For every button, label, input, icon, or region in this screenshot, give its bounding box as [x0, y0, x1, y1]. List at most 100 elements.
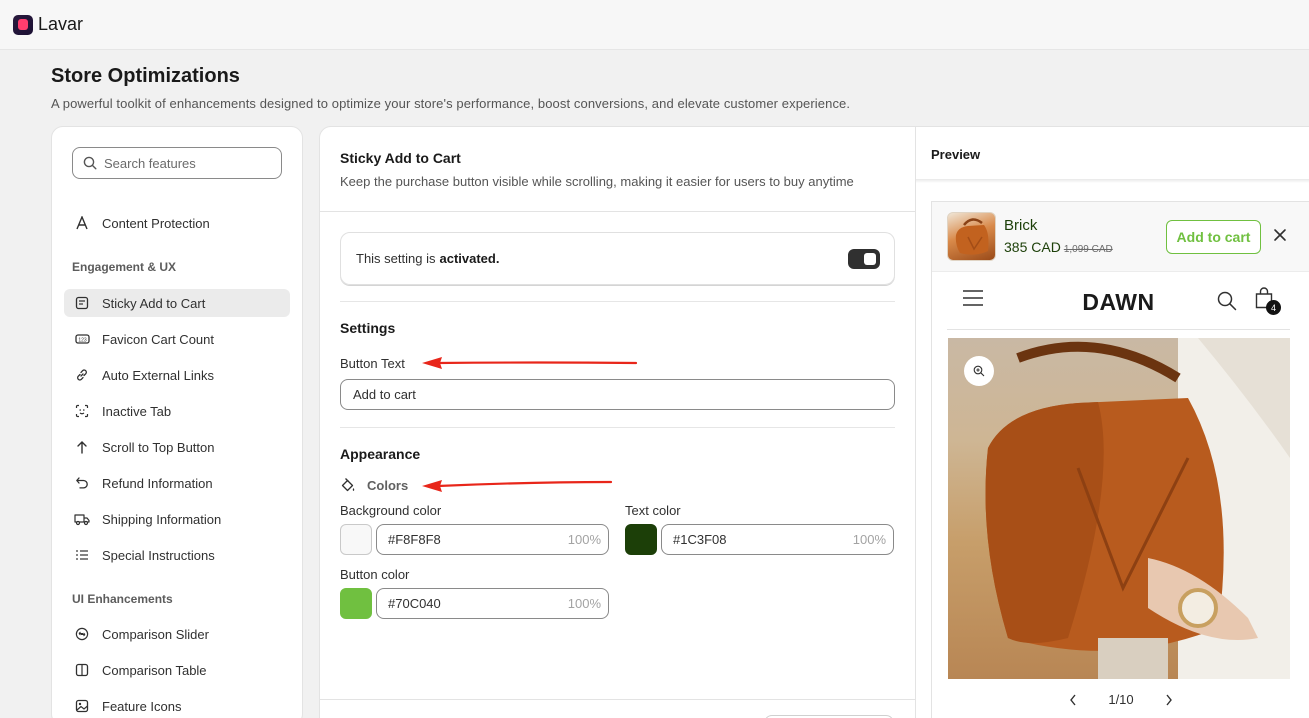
settings-heading: Settings [340, 320, 396, 336]
text-color-label: Text color [625, 503, 681, 518]
letter-a-icon [74, 215, 90, 231]
button-color-opacity: 100% [567, 596, 601, 611]
sidebar-item-label: Content Protection [102, 215, 210, 231]
colors-label: Colors [367, 477, 409, 493]
list-icon [74, 547, 90, 563]
zoom-button[interactable] [964, 356, 994, 386]
face-scan-icon [74, 403, 90, 419]
search-features-field[interactable] [72, 147, 282, 179]
paint-bucket-icon [340, 477, 356, 493]
status-prefix: This setting is [356, 251, 436, 266]
sidebar-item-label: Feature Icons [102, 698, 182, 714]
store-header: DAWN 4 [947, 274, 1290, 330]
undo-icon [74, 475, 90, 491]
sidebar-item-label: Shipping Information [102, 511, 222, 527]
slider-icon [74, 626, 90, 642]
sidebar-item-label: Auto External Links [102, 367, 215, 383]
sidebar-item-scroll-to-top[interactable]: Scroll to Top Button [64, 433, 290, 461]
svg-text:123: 123 [78, 337, 87, 343]
app-name: Lavar [38, 14, 84, 34]
bg-color-swatch[interactable] [340, 524, 372, 555]
sidebar-item-label: Inactive Tab [102, 403, 172, 419]
text-color-opacity: 100% [852, 532, 886, 547]
page-title: Store Optimizations [51, 65, 240, 87]
sidebar-item-shipping-information[interactable]: Shipping Information [64, 505, 290, 533]
sidebar-item-comparison-slider[interactable]: Comparison Slider [64, 620, 290, 648]
page-subtitle: A powerful toolkit of enhancements desig… [51, 96, 851, 111]
pager-count: 1/10 [1108, 692, 1134, 707]
link-icon [74, 367, 90, 383]
features-sidebar: Content Protection Engagement & UX Stick… [51, 126, 303, 718]
chevron-left-icon[interactable] [1066, 693, 1080, 707]
product-thumbnail [947, 212, 996, 261]
counter-icon: 123 [74, 331, 90, 347]
table-icon [74, 662, 90, 678]
sidebar-item-label: Special Instructions [102, 547, 215, 563]
button-text-value: Add to cart [353, 387, 416, 402]
bg-color-value: #F8F8F8 [388, 532, 441, 547]
image-icon [74, 698, 90, 714]
sticky-note-icon [74, 295, 90, 311]
text-color-value: #1C3F08 [673, 532, 727, 547]
annotation-arrow-icon [422, 480, 613, 492]
button-text-label: Button Text [340, 356, 405, 371]
sidebar-item-comparison-table[interactable]: Comparison Table [64, 656, 290, 684]
text-color-input[interactable]: #1C3F08 100% [661, 524, 894, 555]
preview-add-to-cart-button[interactable]: Add to cart [1166, 220, 1261, 254]
bg-color-label: Background color [340, 503, 442, 518]
search-icon[interactable] [1217, 291, 1237, 311]
bg-color-opacity: 100% [567, 532, 601, 547]
sidebar-item-label: Refund Information [102, 475, 213, 491]
search-icon [83, 156, 97, 170]
feature-title: Sticky Add to Cart [340, 150, 461, 166]
cart-count-badge: 4 [1266, 300, 1281, 315]
feature-panel: Sticky Add to Cart Keep the purchase but… [319, 126, 1309, 718]
button-color-input[interactable]: #70C040 100% [376, 588, 609, 619]
zoom-in-icon [973, 365, 985, 377]
settings-column: Sticky Add to Cart Keep the purchase but… [320, 127, 916, 718]
button-color-swatch[interactable] [340, 588, 372, 619]
activation-card: This setting is activated. [340, 232, 895, 285]
button-text-input[interactable]: Add to cart [340, 379, 895, 410]
button-color-label: Button color [340, 567, 410, 582]
sidebar-item-inactive-tab[interactable]: Inactive Tab [64, 397, 290, 425]
preview-product-name: Brick [1004, 217, 1038, 234]
activation-toggle[interactable] [848, 249, 880, 269]
footer-divider [320, 699, 916, 700]
arrow-up-icon [74, 439, 90, 455]
sidebar-item-label: Sticky Add to Cart [102, 295, 206, 311]
sticky-cart-bar: Brick 385 CAD 1,099 CAD Add to cart [932, 202, 1309, 272]
sidebar-item-sticky-add-to-cart[interactable]: Sticky Add to Cart [64, 289, 290, 317]
feature-description: Keep the purchase button visible while s… [340, 174, 854, 189]
sidebar-item-favicon-cart-count[interactable]: 123 Favicon Cart Count [64, 325, 290, 353]
store-brand: DAWN [1082, 289, 1155, 315]
preview-label: Preview [931, 147, 981, 162]
sidebar-item-content-protection[interactable]: Content Protection [64, 209, 290, 237]
section-label-ui-enhancements: UI Enhancements [72, 592, 173, 606]
sidebar-item-feature-icons[interactable]: Feature Icons [64, 692, 290, 718]
sidebar-item-refund-information[interactable]: Refund Information [64, 469, 290, 497]
close-icon[interactable] [1271, 226, 1289, 244]
sidebar-item-label: Favicon Cart Count [102, 331, 214, 347]
text-color-swatch[interactable] [625, 524, 657, 555]
preview-old-price: 1,099 CAD [1063, 244, 1113, 255]
sidebar-item-label: Comparison Table [102, 662, 207, 678]
product-image[interactable] [948, 338, 1290, 679]
button-color-value: #70C040 [388, 596, 441, 611]
preview-divider [916, 179, 1309, 183]
section-label-engagement: Engagement & UX [72, 260, 177, 274]
image-pager: 1/10 [932, 692, 1309, 707]
preview-price-line: 385 CAD 1,099 CAD [1004, 239, 1113, 255]
sidebar-item-special-instructions[interactable]: Special Instructions [64, 541, 290, 569]
sidebar-item-label: Scroll to Top Button [102, 439, 215, 455]
sidebar-item-auto-external-links[interactable]: Auto External Links [64, 361, 290, 389]
search-input[interactable] [104, 155, 264, 171]
preview-column: Preview Brick 385 CAD 1,099 CAD Add to ca… [916, 127, 1309, 718]
store-preview: Brick 385 CAD 1,099 CAD Add to cart DAWN … [931, 201, 1309, 718]
chevron-right-icon[interactable] [1162, 693, 1176, 707]
app-topbar: Lavar [0, 0, 1309, 50]
header-divider [320, 211, 916, 212]
annotation-arrow-icon [422, 357, 638, 369]
app-logo-icon [13, 14, 33, 35]
bg-color-input[interactable]: #F8F8F8 100% [376, 524, 609, 555]
